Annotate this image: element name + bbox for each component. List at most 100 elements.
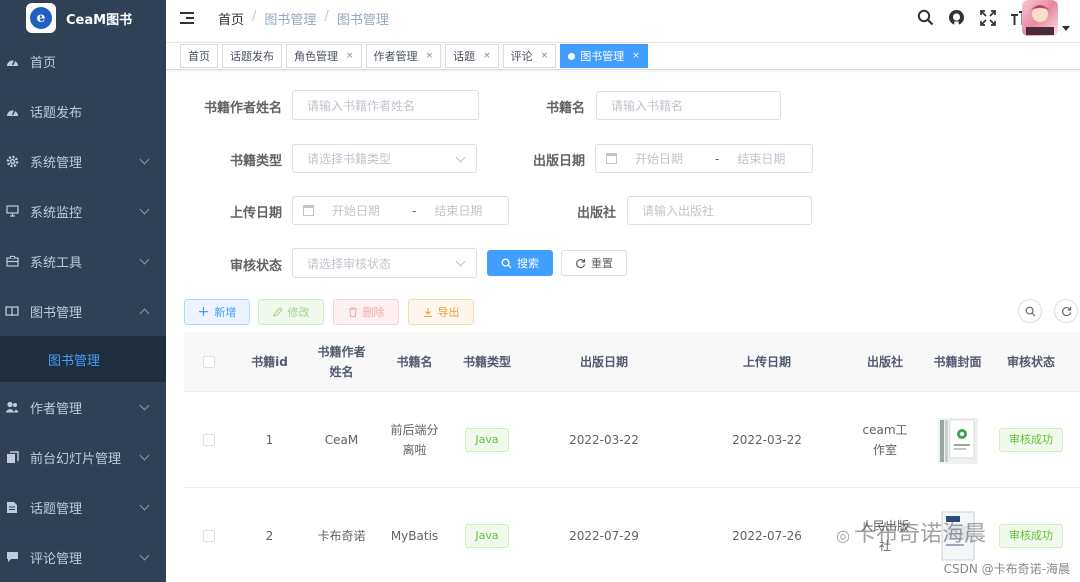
row-checkbox[interactable] — [203, 529, 215, 542]
col-book-id: 书籍id — [251, 354, 288, 369]
search-icon[interactable] — [916, 8, 935, 27]
plus-icon: + — [197, 304, 210, 320]
publish-date-range[interactable]: 开始日期 - 结束日期 — [595, 144, 813, 173]
add-button[interactable]: + 新增 — [184, 299, 250, 325]
navbar: 首页 / 图书管理 / 图书管理 — [166, 0, 1080, 36]
close-icon[interactable]: × — [346, 51, 354, 61]
row-checkbox[interactable] — [203, 433, 215, 446]
chevron-down-icon — [139, 500, 150, 511]
avatar[interactable] — [1022, 0, 1058, 36]
tag-comment[interactable]: 评论 × — [502, 44, 557, 68]
label-publish-date: 出版日期 — [533, 154, 586, 169]
type-tag: Java — [465, 523, 509, 548]
fullscreen-icon[interactable] — [978, 8, 997, 27]
col-book-name: 书籍名 — [396, 354, 433, 369]
publish-end-date[interactable]: 结束日期 — [737, 150, 785, 167]
book-cover-image[interactable] — [936, 414, 980, 466]
author-name-input[interactable]: 请输入书籍作者姓名 — [292, 90, 479, 120]
caret-down-icon[interactable] — [1062, 26, 1070, 31]
delete-button[interactable]: 删除 — [333, 299, 399, 325]
cell-publish-date: 2022-07-29 — [569, 528, 639, 543]
tag-role-management[interactable]: 角色管理 × — [286, 44, 362, 68]
export-button[interactable]: 导出 — [408, 299, 474, 325]
cell-id: 2 — [265, 528, 274, 543]
toggle-search-button[interactable] — [1018, 299, 1042, 323]
book-name-input[interactable]: 请输入书籍名 — [596, 91, 781, 120]
chevron-down-icon — [139, 154, 150, 165]
refresh-icon — [576, 258, 586, 268]
edit-button[interactable]: 修改 — [258, 299, 324, 325]
sidebar-item-slides[interactable]: 前台幻灯片管理 — [0, 432, 166, 482]
csdn-credit: CSDN @卡布奇诺-海晨 — [943, 562, 1070, 576]
chevron-down-icon — [455, 152, 466, 163]
label-book-name: 书籍名 — [546, 101, 586, 116]
slides-icon — [4, 450, 20, 464]
breadcrumb-home[interactable]: 首页 — [218, 9, 244, 28]
cell-author: CeaM — [324, 432, 359, 447]
cell-author: 卡布奇诺 — [317, 528, 366, 543]
sidebar-item-system[interactable]: 系统管理 — [0, 136, 166, 186]
close-icon[interactable]: × — [632, 51, 640, 61]
sidebar-item-books[interactable]: 图书管理 — [0, 286, 166, 336]
search-button[interactable]: 搜索 — [487, 250, 553, 276]
select-all-checkbox[interactable] — [203, 355, 215, 368]
document-icon — [4, 500, 20, 514]
label-status: 审核状态 — [230, 259, 283, 274]
tag-book-management[interactable]: 图书管理 × — [560, 44, 648, 68]
close-icon[interactable]: × — [483, 51, 491, 61]
breadcrumb-books[interactable]: 图书管理 — [264, 9, 316, 28]
search-icon — [1025, 306, 1035, 316]
github-icon[interactable] — [947, 8, 966, 27]
table-row[interactable]: 1 CeaM 前后端分 离啦 Java 2022-03-22 2022-03-2… — [184, 392, 1080, 488]
chevron-up-icon — [139, 308, 150, 319]
search-icon — [501, 258, 512, 268]
col-publish-date: 出版日期 — [579, 354, 628, 369]
hamburger-icon[interactable] — [180, 11, 196, 25]
calendar-icon — [606, 153, 617, 164]
breadcrumb: 首页 / 图书管理 / 图书管理 — [218, 8, 389, 28]
publisher-input[interactable]: 请输入出版社 — [627, 196, 812, 225]
close-icon[interactable]: × — [426, 51, 434, 61]
sidebar-item-comments[interactable]: 评论管理 — [0, 532, 166, 582]
wechat-icon: ◎ — [836, 526, 850, 545]
status-select[interactable]: 请选择审核状态 — [292, 248, 477, 278]
logo-icon: e — [26, 3, 56, 33]
sidebar-item-topic-publish[interactable]: 话题发布 — [0, 86, 166, 136]
tag-author-management[interactable]: 作者管理 × — [365, 44, 442, 68]
upload-end-date[interactable]: 结束日期 — [434, 202, 482, 219]
close-icon[interactable]: × — [541, 51, 549, 61]
toolbox-icon — [4, 254, 20, 268]
reset-button[interactable]: 重置 — [561, 250, 627, 276]
sidebar-item-label: 话题发布 — [30, 105, 83, 121]
book-type-select[interactable]: 请选择书籍类型 — [292, 144, 477, 173]
monitor-icon — [4, 204, 20, 218]
sidebar-item-topics[interactable]: 话题管理 — [0, 482, 166, 532]
upload-date-range[interactable]: 开始日期 - 结束日期 — [292, 196, 509, 225]
sidebar-item-home[interactable]: 首页 — [0, 36, 166, 86]
gear-icon — [4, 154, 20, 168]
status-badge: 审核成功 — [999, 523, 1063, 548]
sidebar-item-tools[interactable]: 系统工具 — [0, 236, 166, 286]
publish-start-date[interactable]: 开始日期 — [635, 150, 683, 167]
label-book-type: 书籍类型 — [230, 154, 283, 169]
upload-start-date[interactable]: 开始日期 — [332, 202, 380, 219]
label-upload-date: 上传日期 — [230, 206, 283, 221]
tag-topic[interactable]: 话题 × — [445, 44, 499, 68]
tag-topic-publish[interactable]: 话题发布 — [222, 44, 282, 68]
refresh-button[interactable] — [1054, 299, 1078, 323]
chevron-down-icon — [455, 256, 466, 267]
type-tag: Java — [465, 427, 509, 452]
logo[interactable]: e CeaM图书 — [0, 0, 166, 36]
sidebar-item-monitor[interactable]: 系统监控 — [0, 186, 166, 236]
cell-publish-date: 2022-03-22 — [569, 432, 639, 447]
cell-book-name: MyBatis — [390, 528, 439, 543]
label-author-name: 书籍作者姓名 — [204, 101, 283, 116]
watermark-text: ◎ 卡布奇诺海晨 — [836, 522, 986, 547]
table-header: 书籍id 书籍作者 姓名 书籍名 书籍类型 出版日期 上传日期 出版社 书籍封面… — [184, 332, 1080, 392]
tag-home[interactable]: 首页 — [180, 44, 218, 68]
submenu-item-book-management[interactable]: 图书管理 — [0, 336, 166, 382]
dashboard-icon — [4, 104, 20, 118]
status-badge: 审核成功 — [999, 427, 1063, 452]
col-upload-date: 上传日期 — [742, 354, 791, 369]
sidebar-item-authors[interactable]: 作者管理 — [0, 382, 166, 432]
